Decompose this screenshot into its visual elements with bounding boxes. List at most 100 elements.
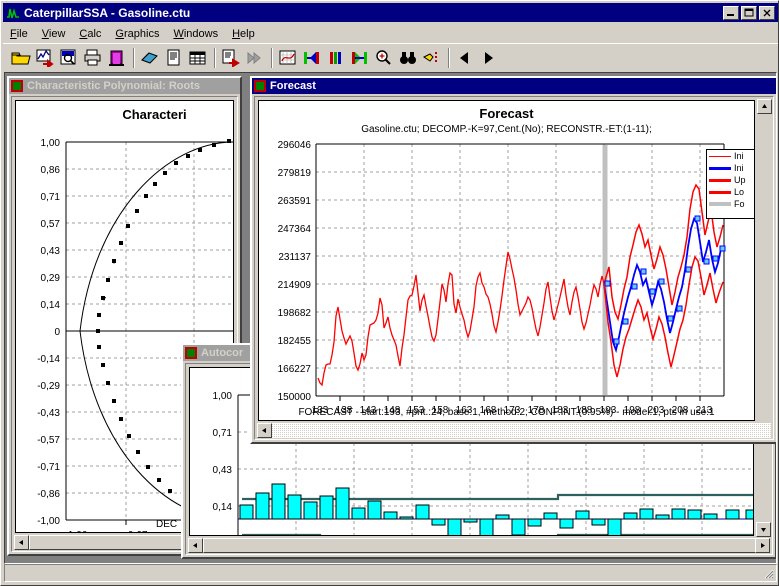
svg-text:231137: 231137	[278, 252, 311, 263]
forecast-chart-title: Forecast	[479, 106, 534, 121]
binoculars-icon[interactable]	[396, 46, 420, 69]
svg-text:0,57: 0,57	[41, 219, 61, 230]
left-bracket-icon[interactable]	[300, 46, 324, 69]
menubar: File View Calc Graphics Windows Help	[3, 24, 778, 43]
svg-text:0,14: 0,14	[213, 502, 233, 513]
toolbar	[3, 43, 778, 71]
menu-windows[interactable]: Windows	[166, 26, 225, 42]
preview-icon[interactable]	[57, 46, 81, 69]
right-bracket-icon[interactable]	[348, 46, 372, 69]
roots-footer: DEC	[156, 519, 178, 530]
svg-text:-0,67: -0,67	[125, 530, 148, 533]
close-button[interactable]	[759, 5, 775, 20]
scroll-thumb[interactable]	[203, 538, 770, 553]
menu-file[interactable]: File	[3, 26, 35, 42]
scroll-left-arrow[interactable]	[257, 423, 272, 438]
autocorr-title: Autocor	[201, 347, 244, 359]
legend-item: Up	[707, 174, 754, 186]
minimize-button[interactable]	[723, 5, 739, 20]
svg-text:0: 0	[54, 327, 60, 338]
svg-text:263591: 263591	[278, 196, 312, 207]
legend-swatch-upper	[709, 178, 731, 182]
fast-forward-icon[interactable]	[243, 46, 267, 69]
statusbar	[4, 564, 777, 582]
forecast-vscrollbar[interactable]	[757, 99, 772, 422]
toolbar-separator	[267, 47, 276, 69]
svg-text:0,71: 0,71	[41, 192, 61, 203]
next-arrow-icon[interactable]	[477, 46, 501, 69]
zoom-in-icon[interactable]	[372, 46, 396, 69]
menu-graphics[interactable]: Graphics	[108, 26, 166, 42]
autocorr-hscrollbar[interactable]	[188, 538, 770, 553]
book-icon[interactable]	[138, 46, 162, 69]
svg-text:296046: 296046	[278, 140, 312, 151]
caterpillar-wave-icon	[5, 4, 21, 21]
menu-help[interactable]: Help	[225, 26, 262, 42]
svg-text:0,29: 0,29	[41, 273, 61, 284]
run-report-icon[interactable]	[219, 46, 243, 69]
forecast-plot: Forecast Gasoline.ctu; DECOMP.-K=97,Cent…	[258, 100, 755, 421]
svg-text:-1,00: -1,00	[65, 530, 88, 533]
roots-title: Characteristic Polynomial: Roots	[27, 80, 200, 92]
legend-item: Ini	[707, 150, 754, 162]
roots-titlebar[interactable]: Characteristic Polynomial: Roots	[9, 78, 240, 94]
exit-door-icon[interactable]	[105, 46, 129, 69]
resize-grip[interactable]	[762, 567, 774, 579]
scroll-left-arrow[interactable]	[14, 535, 29, 550]
print-icon[interactable]	[81, 46, 105, 69]
document-icon[interactable]	[162, 46, 186, 69]
legend-swatch-lower	[709, 190, 731, 194]
svg-text:247364: 247364	[278, 224, 312, 235]
svg-text:279819: 279819	[278, 168, 312, 179]
bars-icon[interactable]	[324, 46, 348, 69]
svg-text:0,43: 0,43	[213, 465, 233, 476]
forecast-body: Forecast Gasoline.ctu; DECOMP.-K=97,Cent…	[254, 96, 774, 440]
forecast-hscrollbar[interactable]	[257, 423, 771, 438]
legend-label: Up	[734, 175, 746, 185]
scroll-down-arrow[interactable]	[756, 522, 771, 537]
legend-label: Ini	[734, 163, 744, 173]
table-icon[interactable]	[186, 46, 210, 69]
legend-label: Fo	[734, 199, 745, 209]
menu-view[interactable]: View	[35, 26, 73, 42]
scroll-up-arrow[interactable]	[757, 99, 772, 114]
forecast-chart-subtitle: Gasoline.ctu; DECOMP.-K=97,Cent.(No); RE…	[361, 124, 652, 135]
legend-item: Fo	[707, 198, 754, 210]
svg-text:-0,57: -0,57	[37, 435, 60, 446]
forecast-titlebar[interactable]: Forecast	[252, 78, 776, 94]
scroll-left-arrow[interactable]	[188, 538, 203, 553]
plot-analysis-icon[interactable]	[276, 46, 300, 69]
legend-item: Lo	[707, 186, 754, 198]
svg-text:0,86: 0,86	[41, 165, 61, 176]
svg-text:-0,43: -0,43	[37, 408, 60, 419]
svg-text:-1,00: -1,00	[37, 516, 60, 527]
pointer-list-icon[interactable]	[420, 46, 444, 69]
window-icon	[254, 80, 266, 92]
svg-text:-0,14: -0,14	[37, 354, 60, 365]
chart-export-icon[interactable]	[33, 46, 57, 69]
scroll-down-arrow-wrap	[756, 522, 771, 537]
window-icon	[11, 80, 23, 92]
svg-text:214909: 214909	[278, 280, 312, 291]
mdi-client-area: Characteristic Polynomial: Roots Charact…	[4, 72, 777, 564]
prev-arrow-icon[interactable]	[453, 46, 477, 69]
forecast-legend: Ini Ini Up Lo Fo	[706, 149, 754, 219]
legend-label: Ini	[734, 151, 744, 161]
legend-swatch-forecast	[709, 202, 731, 206]
svg-text:1,00: 1,00	[213, 391, 233, 402]
svg-text:-0,29: -0,29	[37, 381, 60, 392]
open-file-icon[interactable]	[9, 46, 33, 69]
svg-text:0,14: 0,14	[41, 300, 61, 311]
roots-chart-title: Characteri	[122, 107, 187, 122]
toolbar-separator	[210, 47, 219, 69]
legend-swatch-initial-blue	[709, 166, 731, 170]
window-forecast[interactable]: Forecast Forecast Gasoline.ctu; DECOMP.-…	[250, 76, 776, 444]
svg-text:150000: 150000	[278, 392, 312, 403]
legend-label: Lo	[734, 187, 745, 197]
maximize-button[interactable]	[741, 5, 757, 20]
menu-calc[interactable]: Calc	[72, 26, 108, 42]
window-controls	[723, 5, 775, 20]
scroll-right-arrow[interactable]	[755, 538, 770, 553]
app-title: CaterpillarSSA - Gasoline.ctu	[24, 5, 191, 20]
svg-text:0,43: 0,43	[41, 246, 61, 257]
